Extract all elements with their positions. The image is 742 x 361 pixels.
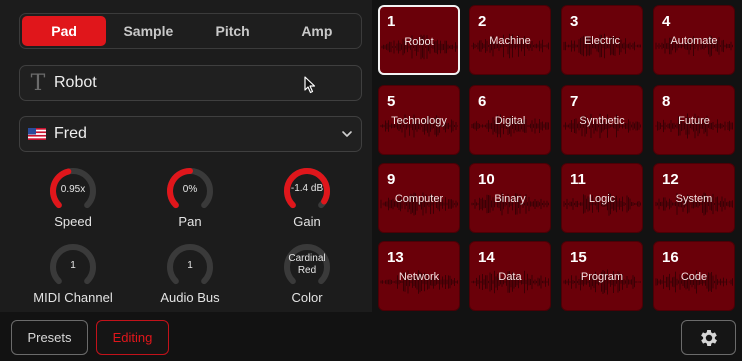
pad-name: Code <box>680 271 708 283</box>
pad-name: Robot <box>404 36 434 48</box>
pad-7[interactable]: 7 Synthetic <box>561 85 643 155</box>
pad-9[interactable]: 9 Computer <box>378 163 460 233</box>
pad-number: 12 <box>662 171 679 188</box>
pad-8[interactable]: 8 Future <box>653 85 735 155</box>
gear-icon <box>700 329 717 346</box>
knob-value: 0% <box>182 184 198 195</box>
knob-color[interactable]: Cardinal Red Color <box>252 243 362 315</box>
voice-select[interactable]: Fred <box>19 116 362 152</box>
pad-name: Future <box>678 115 710 127</box>
pad-name: Synthetic <box>579 115 625 127</box>
pad-12[interactable]: 12 System <box>653 163 735 233</box>
pad-10[interactable]: 10 Binary <box>469 163 551 233</box>
pad-name: Data <box>498 271 522 283</box>
pad-number: 11 <box>570 171 586 188</box>
pad-5[interactable]: 5 Technology <box>378 85 460 155</box>
pad-14[interactable]: 14 Data <box>469 241 551 311</box>
knob-speed[interactable]: 0.95x Speed <box>18 167 128 239</box>
pad-2[interactable]: 2 Machine <box>469 5 551 75</box>
pad-number: 2 <box>478 13 487 30</box>
pad-number: 4 <box>662 13 671 30</box>
tab-pad[interactable]: Pad <box>22 16 107 46</box>
knob-label: MIDI Channel <box>33 290 113 305</box>
knob-value: -1.4 dB <box>290 183 324 194</box>
pad-name: Machine <box>489 35 531 47</box>
pad-13[interactable]: 13 Network <box>378 241 460 311</box>
tab-sample[interactable]: Sample <box>106 16 190 46</box>
knob-value: 1 <box>70 260 76 271</box>
pad-11[interactable]: 11 Logic <box>561 163 643 233</box>
pad-number: 13 <box>387 249 404 266</box>
voice-value: Fred <box>54 125 87 142</box>
pad-grid: 1 Robot 2 Machine 3 Electric 4 Automate 5 Technol… <box>378 5 740 312</box>
mouse-pointer-icon <box>304 76 316 94</box>
pad-number: 5 <box>387 93 396 110</box>
pad-name: Automate <box>670 35 718 47</box>
knob-label: Speed <box>54 214 92 229</box>
knob-value: 1 <box>187 260 193 271</box>
pad-name: Network <box>398 271 440 283</box>
us-flag-icon <box>28 128 46 140</box>
pad-name-input[interactable]: T Robot <box>19 65 362 101</box>
pad-name: Binary <box>494 193 526 205</box>
pad-editor-panel: Pad Sample Pitch Amp T Robot Fred 0.95x S… <box>0 0 372 312</box>
pad-16[interactable]: 16 Code <box>653 241 735 311</box>
pad-1[interactable]: 1 Robot <box>378 5 460 75</box>
chevron-down-icon <box>342 131 352 137</box>
pad-number: 16 <box>662 249 679 266</box>
pad-number: 1 <box>387 13 396 30</box>
knob-label: Pan <box>178 214 202 229</box>
pad-number: 3 <box>570 13 579 30</box>
editing-button[interactable]: Editing <box>96 320 169 355</box>
pad-3[interactable]: 3 Electric <box>561 5 643 75</box>
pad-number: 8 <box>662 93 671 110</box>
pad-name: Program <box>580 271 624 283</box>
text-icon: T <box>30 70 46 96</box>
pad-number: 7 <box>570 93 579 110</box>
pad-name: System <box>675 193 713 205</box>
editor-tabs: Pad Sample Pitch Amp <box>19 13 362 49</box>
pad-number: 14 <box>478 249 495 266</box>
knob-gain[interactable]: -1.4 dB Gain <box>252 167 362 239</box>
pad-number: 6 <box>478 93 487 110</box>
pad-number: 9 <box>387 171 396 188</box>
pad-6[interactable]: 6 Digital <box>469 85 551 155</box>
knob-label: Color <box>291 290 323 305</box>
pad-name: Computer <box>394 193 444 205</box>
knob-value: Cardinal Red <box>288 253 326 276</box>
knob-value: 0.95x <box>60 184 86 195</box>
pad-name: Digital <box>494 115 526 127</box>
pad-number: 10 <box>478 171 495 188</box>
tab-pitch[interactable]: Pitch <box>191 16 275 46</box>
tab-amp[interactable]: Amp <box>275 16 359 46</box>
pad-15[interactable]: 15 Program <box>561 241 643 311</box>
knob-pan[interactable]: 0% Pan <box>135 167 245 239</box>
pad-number: 15 <box>570 249 587 266</box>
pad-name: Electric <box>583 35 621 47</box>
knob-audio-bus[interactable]: 1 Audio Bus <box>135 243 245 315</box>
pad-4[interactable]: 4 Automate <box>653 5 735 75</box>
presets-button[interactable]: Presets <box>11 320 88 355</box>
pad-name: Technology <box>391 115 447 127</box>
knob-label: Gain <box>293 214 321 229</box>
pad-name-value: Robot <box>54 74 97 91</box>
knob-midi-channel[interactable]: 1 MIDI Channel <box>18 243 128 315</box>
knob-label: Audio Bus <box>160 290 220 305</box>
settings-button[interactable] <box>681 320 736 355</box>
pad-name: Logic <box>588 193 616 205</box>
